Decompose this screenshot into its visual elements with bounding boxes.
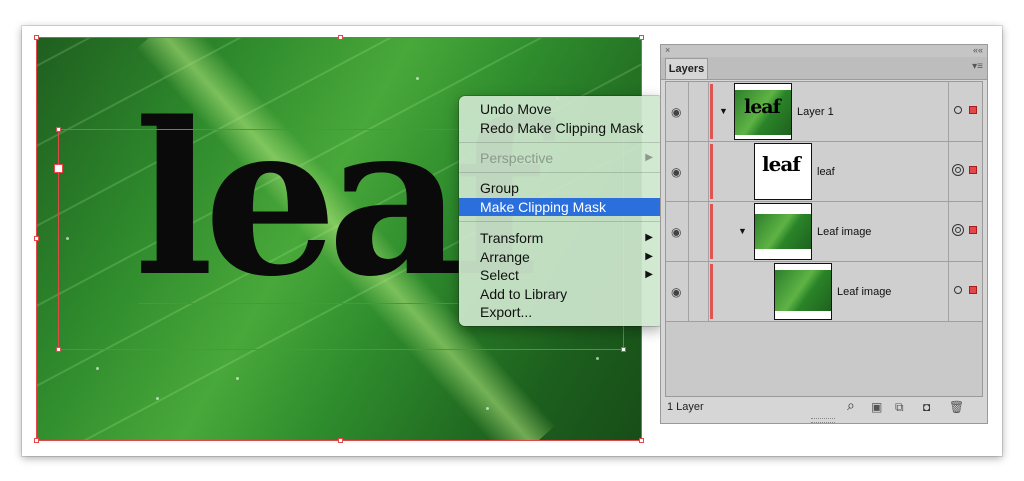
disclosure-triangle-icon[interactable]: ▼ [719, 106, 728, 116]
layer-color-bar [710, 144, 713, 199]
menu-item-label: Group [480, 180, 519, 196]
visibility-toggle[interactable]: ◉ [666, 142, 689, 201]
lock-toggle[interactable] [688, 142, 709, 201]
make-clipping-mask-icon[interactable]: ⧉ [895, 400, 904, 415]
layers-panel: × «« Layers ▾≡ ◉ ▼ leaf Layer 1 ◉ leaf l… [660, 44, 988, 424]
menu-separator [459, 172, 663, 173]
menu-item-label: Arrange [480, 249, 530, 265]
menu-item-label: Add to Library [480, 286, 568, 302]
trash-icon[interactable]: 🗑 [949, 400, 964, 414]
collapse-icon[interactable]: «« [973, 45, 983, 55]
resize-handle[interactable] [34, 35, 39, 40]
tab-layers[interactable]: Layers [665, 58, 708, 79]
layers-list: ◉ ▼ leaf Layer 1 ◉ leaf leaf ◉ ▼ Leaf im… [665, 81, 983, 397]
menu-item-redo-make-clipping-mask[interactable]: Redo Make Clipping Mask [459, 119, 663, 137]
layer-thumbnail [754, 203, 812, 260]
target-column [948, 142, 982, 201]
layer-thumbnail: leaf [754, 143, 812, 200]
resize-handle[interactable] [34, 438, 39, 443]
resize-handle[interactable] [338, 438, 343, 443]
eye-icon[interactable]: ◉ [671, 286, 681, 298]
lock-toggle[interactable] [688, 82, 709, 141]
layer-name[interactable]: Leaf image [837, 286, 891, 298]
menu-item-label: Export... [480, 304, 533, 320]
menu-item-arrange[interactable]: Arrange ▶ [459, 248, 663, 266]
menu-item-add-to-library[interactable]: Add to Library [459, 285, 663, 303]
resize-handle[interactable] [56, 347, 61, 352]
selection-indicator-icon[interactable] [969, 286, 977, 294]
menu-item-group[interactable]: Group [459, 179, 663, 197]
panel-menu-icon[interactable]: ▾≡ [972, 61, 983, 72]
menu-item-label: Select [480, 267, 519, 283]
target-double-circle-icon[interactable] [952, 224, 964, 236]
disclosure-triangle-icon[interactable]: ▼ [738, 226, 747, 236]
target-column [948, 82, 982, 141]
thumbnail-text: leaf [762, 152, 801, 176]
layer-count: 1 Layer [667, 401, 704, 413]
layer-row[interactable]: ◉ ▼ Leaf image [666, 202, 982, 262]
resize-handle[interactable] [639, 438, 644, 443]
layer-color-bar [710, 204, 713, 259]
menu-separator [459, 142, 663, 143]
collect-for-export-icon[interactable]: ▣ [871, 400, 882, 414]
submenu-arrow-icon: ▶ [645, 152, 653, 163]
menu-item-label: Undo Move [480, 101, 552, 117]
target-double-circle-icon[interactable] [952, 164, 964, 176]
layer-name[interactable]: Layer 1 [797, 106, 834, 118]
layer-row[interactable]: ◉ leaf leaf [666, 142, 982, 202]
new-sublayer-icon[interactable]: ◘ [923, 400, 930, 414]
visibility-toggle[interactable]: ◉ [666, 202, 689, 261]
resize-handle[interactable] [34, 236, 39, 241]
eye-icon[interactable]: ◉ [671, 226, 681, 238]
layer-row[interactable]: ◉ ▼ leaf Layer 1 [666, 82, 982, 142]
target-column [948, 202, 982, 261]
search-icon[interactable]: ⌕ [847, 397, 855, 414]
visibility-toggle[interactable]: ◉ [666, 82, 689, 141]
layer-thumbnail [774, 263, 832, 320]
eye-icon[interactable]: ◉ [671, 106, 681, 118]
target-circle-icon[interactable] [954, 106, 962, 114]
target-column [948, 262, 982, 321]
menu-item-label: Make Clipping Mask [480, 199, 607, 215]
resize-handle[interactable] [338, 35, 343, 40]
menu-item-perspective: Perspective ▶ [459, 149, 663, 167]
thumbnail-text: leaf [744, 96, 781, 118]
lock-toggle[interactable] [688, 202, 709, 261]
menu-separator [459, 221, 663, 222]
menu-item-undo-move[interactable]: Undo Move [459, 100, 663, 118]
menu-item-transform[interactable]: Transform ▶ [459, 229, 663, 247]
menu-item-label: Redo Make Clipping Mask [480, 120, 644, 136]
selection-indicator-icon[interactable] [969, 166, 977, 174]
lock-toggle[interactable] [688, 262, 709, 321]
target-circle-icon[interactable] [954, 286, 962, 294]
layer-color-bar [710, 84, 713, 139]
layer-color-bar [710, 264, 713, 319]
panel-footer: 1 Layer ⌕ ▣ ⧉ ◘ 🗑 [661, 397, 987, 417]
text-anchor-handle[interactable] [54, 164, 63, 173]
submenu-arrow-icon: ▶ [645, 232, 653, 243]
layer-name[interactable]: Leaf image [817, 226, 871, 238]
menu-item-label: Transform [480, 230, 544, 246]
menu-item-label: Perspective [480, 150, 554, 166]
submenu-arrow-icon: ▶ [645, 251, 653, 262]
layer-thumbnail: leaf [734, 83, 792, 140]
resize-handle[interactable] [639, 35, 644, 40]
layer-name[interactable]: leaf [817, 166, 835, 178]
submenu-arrow-icon: ▶ [645, 269, 653, 280]
layer-row[interactable]: ◉ Leaf image [666, 262, 982, 322]
menu-item-make-clipping-mask[interactable]: Make Clipping Mask [459, 198, 663, 216]
selection-indicator-icon[interactable] [969, 226, 977, 234]
selection-indicator-icon[interactable] [969, 106, 977, 114]
resize-grip-icon[interactable] [811, 418, 835, 423]
resize-handle[interactable] [621, 347, 626, 352]
resize-handle[interactable] [56, 127, 61, 132]
text-baseline [138, 303, 458, 304]
visibility-toggle[interactable]: ◉ [666, 262, 689, 321]
eye-icon[interactable]: ◉ [671, 166, 681, 178]
menu-item-export[interactable]: Export... [459, 303, 663, 321]
panel-tabbar: Layers ▾≡ [661, 57, 987, 80]
menu-item-select[interactable]: Select ▶ [459, 266, 663, 284]
close-icon[interactable]: × [665, 45, 670, 55]
context-menu: Undo Move Redo Make Clipping Mask Perspe… [459, 96, 663, 326]
